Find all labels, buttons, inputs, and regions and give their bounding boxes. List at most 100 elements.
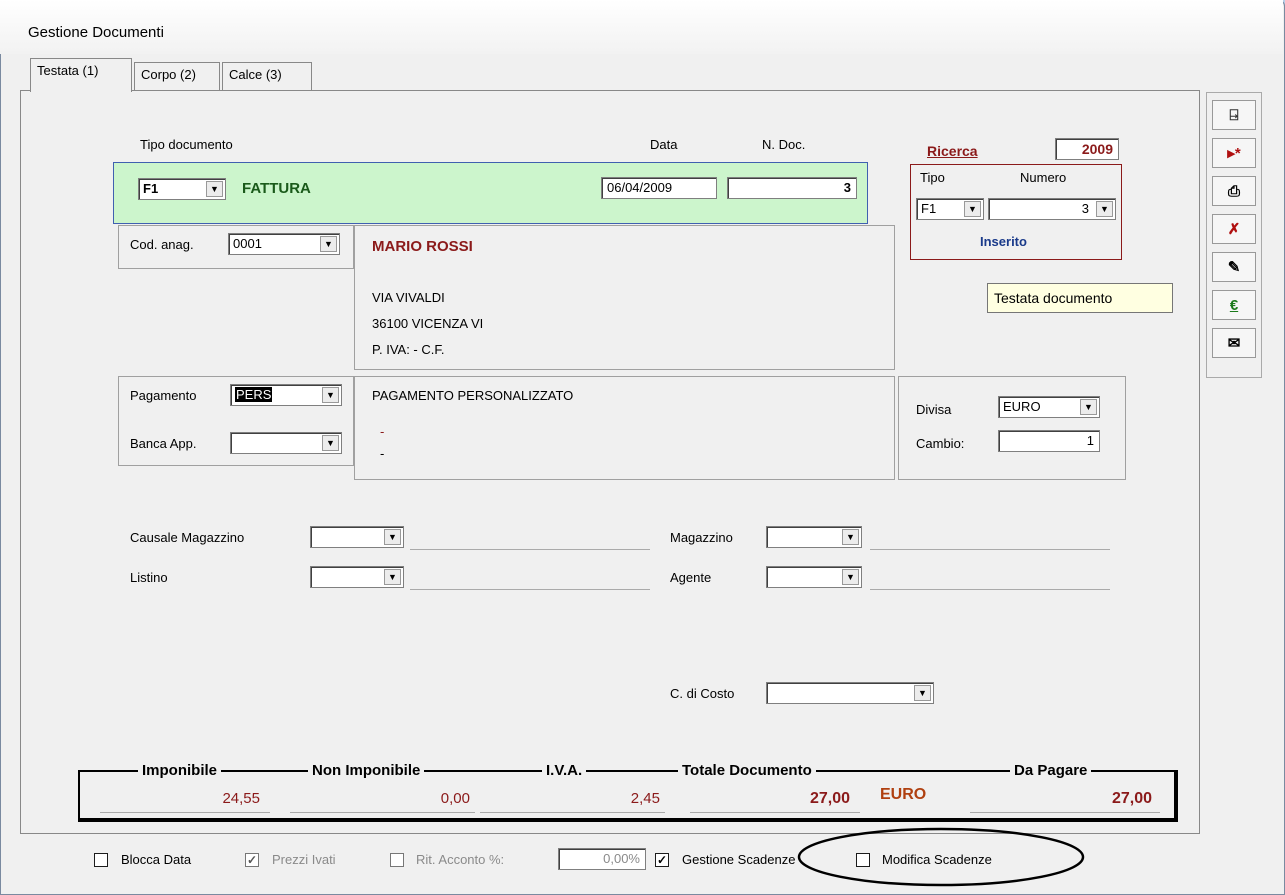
listino-select[interactable]: ▼ xyxy=(310,566,404,588)
non-imponibile-label: Non Imponibile xyxy=(308,762,425,779)
ricerca-label[interactable]: Ricerca xyxy=(927,143,978,159)
listino-desc-line xyxy=(410,589,650,590)
ndoc-label: N. Doc. xyxy=(762,137,806,152)
chevron-down-icon[interactable]: ▼ xyxy=(384,569,401,585)
ricerca-tipo-select[interactable]: F1 ▼ xyxy=(916,198,984,220)
da-pagare-label: Da Pagare xyxy=(1010,762,1092,779)
magazzino-select[interactable]: ▼ xyxy=(766,526,862,548)
anag-piva: P. IVA: - C.F. xyxy=(372,342,445,357)
divisa-label: Divisa xyxy=(916,402,952,417)
email-icon: ✉ xyxy=(1227,335,1241,352)
title-bar: Gestione Documenti xyxy=(0,0,1283,54)
anag-address1: VIA VIVALDI xyxy=(372,290,445,305)
print-button[interactable]: ⎙ xyxy=(1212,176,1256,206)
new-record-icon: ▸* xyxy=(1227,145,1241,162)
costo-select[interactable]: ▼ xyxy=(766,682,934,704)
euro-button[interactable]: € xyxy=(1212,290,1256,320)
anag-address2: 36100 VICENZA VI xyxy=(372,316,484,331)
divisa-select[interactable]: EURO ▼ xyxy=(998,396,1100,418)
chevron-down-icon[interactable]: ▼ xyxy=(384,529,401,545)
email-button[interactable]: ✉ xyxy=(1212,328,1256,358)
select-value: EURO xyxy=(1003,399,1041,414)
totale-documento-label: Totale Documento xyxy=(678,762,816,779)
prezzi-ivati-checkbox[interactable]: ✓ xyxy=(245,853,259,867)
chevron-down-icon[interactable]: ▼ xyxy=(320,236,337,252)
listino-label: Listino xyxy=(130,570,168,585)
banca-dash-2: - xyxy=(380,446,385,461)
banca-app-label: Banca App. xyxy=(130,436,197,451)
tab-label: Calce (3) xyxy=(229,67,282,82)
magazzino-label: Magazzino xyxy=(670,530,733,545)
chevron-down-icon[interactable]: ▼ xyxy=(322,435,339,451)
delete-button[interactable]: ✗ xyxy=(1212,214,1256,244)
divisa-frame xyxy=(898,376,1126,480)
ricerca-numero-select[interactable]: 3 ▼ xyxy=(988,198,1116,220)
chevron-down-icon[interactable]: ▼ xyxy=(842,569,859,585)
rit-acconto-field[interactable]: 0,00% xyxy=(558,848,646,870)
euro-icon: € xyxy=(1229,296,1239,314)
chevron-down-icon[interactable]: ▼ xyxy=(1080,399,1097,415)
gestione-scadenze-checkbox[interactable]: ✓ xyxy=(655,853,669,867)
delete-icon: ✗ xyxy=(1227,221,1241,238)
cod-anag-label: Cod. anag. xyxy=(130,237,194,252)
tab-testata[interactable]: Testata (1) xyxy=(30,58,132,92)
total-underline xyxy=(970,812,1160,813)
tipo-documento-label: Tipo documento xyxy=(140,137,233,152)
pagamento-select[interactable]: PERS ▼ xyxy=(230,384,342,406)
select-value: 0001 xyxy=(233,236,262,251)
total-underline xyxy=(480,812,665,813)
tab-corpo[interactable]: Corpo (2) xyxy=(134,62,220,90)
banca-app-select[interactable]: ▼ xyxy=(230,432,342,454)
rit-acconto-checkbox[interactable] xyxy=(390,853,404,867)
rit-acconto-label: Rit. Acconto %: xyxy=(416,852,505,867)
chevron-down-icon[interactable]: ▼ xyxy=(914,685,931,701)
agente-desc-line xyxy=(870,589,1110,590)
agente-label: Agente xyxy=(670,570,712,585)
tipo-documento-select[interactable]: F1 ▼ xyxy=(138,178,226,200)
tab-label: Corpo (2) xyxy=(141,67,196,82)
chevron-down-icon[interactable]: ▼ xyxy=(322,387,339,403)
new-record-button[interactable]: ▸* xyxy=(1212,138,1256,168)
da-pagare-value: 27,00 xyxy=(1111,790,1152,807)
ndoc-field[interactable]: 3 xyxy=(727,177,857,199)
select-value: PERS xyxy=(235,387,273,402)
data-field[interactable]: 06/04/2009 xyxy=(601,177,717,199)
total-underline xyxy=(290,812,475,813)
total-underline xyxy=(690,812,860,813)
chevron-down-icon[interactable]: ▼ xyxy=(206,181,223,197)
edit-button[interactable]: ✎ xyxy=(1212,252,1256,282)
causale-magazzino-select[interactable]: ▼ xyxy=(310,526,404,548)
ricerca-numero-label: Numero xyxy=(1020,170,1067,185)
costo-label: C. di Costo xyxy=(670,686,735,701)
iva-label: I.V.A. xyxy=(542,762,587,779)
pagamento-desc: PAGAMENTO PERSONALIZZATO xyxy=(372,388,574,403)
blocca-data-checkbox[interactable] xyxy=(94,853,108,867)
gestione-scadenze-label: Gestione Scadenze xyxy=(682,852,796,867)
totale-documento-value: 27,00 xyxy=(809,790,850,807)
window-title: Gestione Documenti xyxy=(28,24,164,41)
imponibile-label: Imponibile xyxy=(138,762,221,779)
currency-label: EURO xyxy=(880,786,927,803)
cambio-field[interactable]: 1 xyxy=(998,430,1100,452)
agente-select[interactable]: ▼ xyxy=(766,566,862,588)
banca-dash-1: - xyxy=(380,424,385,439)
select-value: 3 xyxy=(1081,201,1089,216)
chevron-down-icon[interactable]: ▼ xyxy=(842,529,859,545)
edit-icon: ✎ xyxy=(1227,259,1241,276)
chevron-down-icon[interactable]: ▼ xyxy=(1096,201,1113,217)
exit-button[interactable]: ⍈ xyxy=(1212,100,1256,130)
tab-calce[interactable]: Calce (3) xyxy=(222,62,312,90)
imponibile-value: 24,55 xyxy=(222,790,260,807)
tab-label: Testata (1) xyxy=(37,63,99,78)
chevron-down-icon[interactable]: ▼ xyxy=(964,201,981,217)
iva-value: 2,45 xyxy=(630,790,660,807)
ricerca-year-field[interactable]: 2009 xyxy=(1055,138,1119,160)
causale-magazzino-label: Causale Magazzino xyxy=(130,530,245,545)
total-underline xyxy=(100,812,270,813)
tooltip: Testata documento xyxy=(987,283,1173,313)
ricerca-status: Inserito xyxy=(980,234,1027,249)
pagamento-label: Pagamento xyxy=(130,388,197,403)
cod-anag-select[interactable]: 0001 ▼ xyxy=(228,233,340,255)
highlight-ellipse xyxy=(797,827,1085,887)
print-icon: ⎙ xyxy=(1227,182,1240,200)
